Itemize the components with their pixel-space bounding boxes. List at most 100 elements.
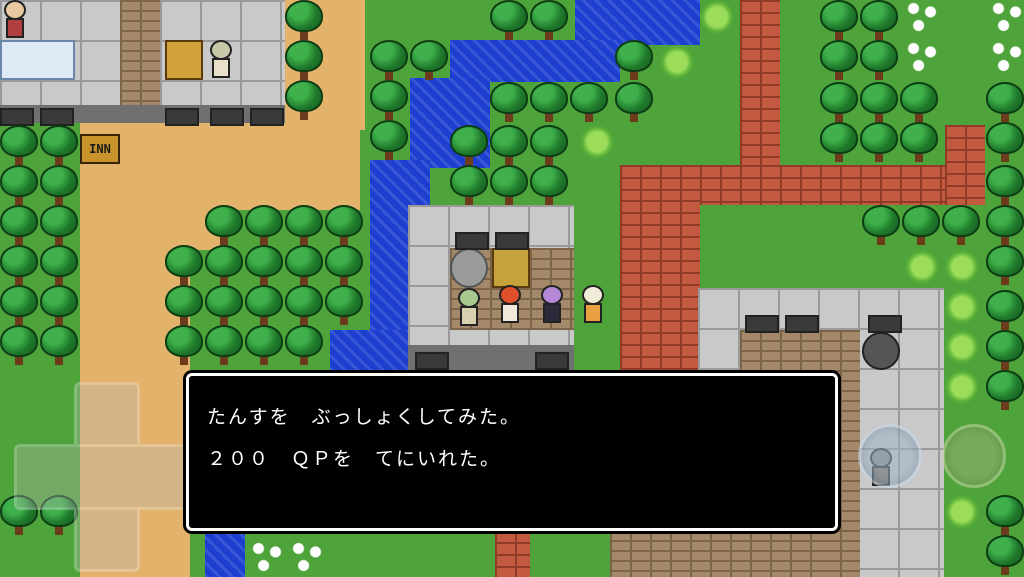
- bush: [580, 125, 614, 159]
- tree: [986, 535, 1024, 575]
- tree: [0, 245, 38, 285]
- tree: [205, 205, 243, 245]
- tree: [285, 285, 323, 325]
- tree: [860, 122, 898, 162]
- bush: [945, 250, 979, 284]
- brick-road-south: [620, 200, 700, 370]
- bush: [945, 330, 979, 364]
- window: [250, 108, 284, 126]
- action-b-icon[interactable]: [942, 424, 1006, 488]
- tree: [0, 165, 38, 205]
- window: [455, 232, 489, 250]
- tree: [0, 325, 38, 365]
- message-window[interactable]: たんすを ぶっしょくしてみた。 ２００ ＱＰを てにいれた。: [186, 373, 838, 531]
- tree: [165, 325, 203, 365]
- tree: [900, 82, 938, 122]
- building-floor: [120, 0, 165, 120]
- bush: [660, 45, 694, 79]
- tree: [370, 80, 408, 120]
- flower-patch: [905, 40, 939, 74]
- tree: [986, 165, 1024, 205]
- tree: [530, 0, 568, 40]
- brick-road-bottom: [495, 530, 530, 577]
- tree: [820, 82, 858, 122]
- tree: [0, 205, 38, 245]
- flower-patch: [905, 0, 939, 34]
- sand-path-upper: [120, 120, 360, 210]
- tree: [285, 245, 323, 285]
- tree: [862, 205, 900, 245]
- tree: [986, 122, 1024, 162]
- wooden-table: [165, 40, 203, 80]
- tree: [986, 205, 1024, 245]
- window: [165, 108, 199, 126]
- tree: [860, 0, 898, 40]
- bush: [700, 0, 734, 34]
- tree: [530, 125, 568, 165]
- tree: [205, 245, 243, 285]
- tree: [245, 285, 283, 325]
- bush: [945, 370, 979, 404]
- tree: [165, 245, 203, 285]
- tree: [615, 82, 653, 122]
- message-line-1: たんすを ぶっしょくしてみた。: [207, 406, 522, 428]
- tree: [820, 40, 858, 80]
- tree: [820, 122, 858, 162]
- window: [868, 315, 902, 333]
- tree: [986, 330, 1024, 370]
- tree: [165, 285, 203, 325]
- tree: [40, 245, 78, 285]
- tree: [902, 205, 940, 245]
- window: [0, 108, 34, 126]
- tree: [0, 125, 38, 165]
- tree: [0, 285, 38, 325]
- flower-patch: [990, 0, 1024, 34]
- river-seg2: [450, 40, 620, 82]
- wardrobe: [492, 248, 530, 288]
- tree: [245, 245, 283, 285]
- tree: [860, 40, 898, 80]
- tree: [205, 285, 243, 325]
- tree: [205, 325, 243, 365]
- tree: [285, 80, 323, 120]
- tree: [450, 125, 488, 165]
- tree: [370, 120, 408, 160]
- window: [415, 352, 449, 370]
- tree: [820, 0, 858, 40]
- river-seg5: [330, 330, 410, 370]
- tree: [40, 325, 78, 365]
- flower-patch: [290, 540, 324, 574]
- npc-villager-topleft[interactable]: [0, 0, 30, 40]
- tree: [450, 165, 488, 205]
- tree: [325, 245, 363, 285]
- tree: [860, 82, 898, 122]
- action-a-icon[interactable]: [858, 424, 922, 488]
- tree: [615, 40, 653, 80]
- inn-bed: [0, 40, 75, 80]
- tree: [285, 40, 323, 80]
- window: [535, 352, 569, 370]
- dpad-control[interactable]: [14, 382, 200, 572]
- tree: [490, 0, 528, 40]
- tree: [490, 125, 528, 165]
- party-member-green: [454, 288, 484, 328]
- dpad-horizontal[interactable]: [14, 444, 200, 510]
- tree: [245, 205, 283, 245]
- tree: [285, 205, 323, 245]
- tree: [570, 82, 608, 122]
- tree: [490, 165, 528, 205]
- tree: [410, 40, 448, 80]
- message-line-2: ２００ ＱＰを てにいれた。: [207, 448, 502, 470]
- inn-sign: INN: [80, 134, 120, 164]
- river-top: [575, 0, 700, 45]
- npc-innkeeper[interactable]: [206, 40, 236, 80]
- tree: [530, 165, 568, 205]
- party-member-redhair: [495, 285, 525, 325]
- window: [785, 315, 819, 333]
- bush: [905, 250, 939, 284]
- tree: [490, 82, 528, 122]
- flower-patch: [990, 40, 1024, 74]
- window: [40, 108, 74, 126]
- brick-road-north: [740, 0, 780, 170]
- tree: [900, 122, 938, 162]
